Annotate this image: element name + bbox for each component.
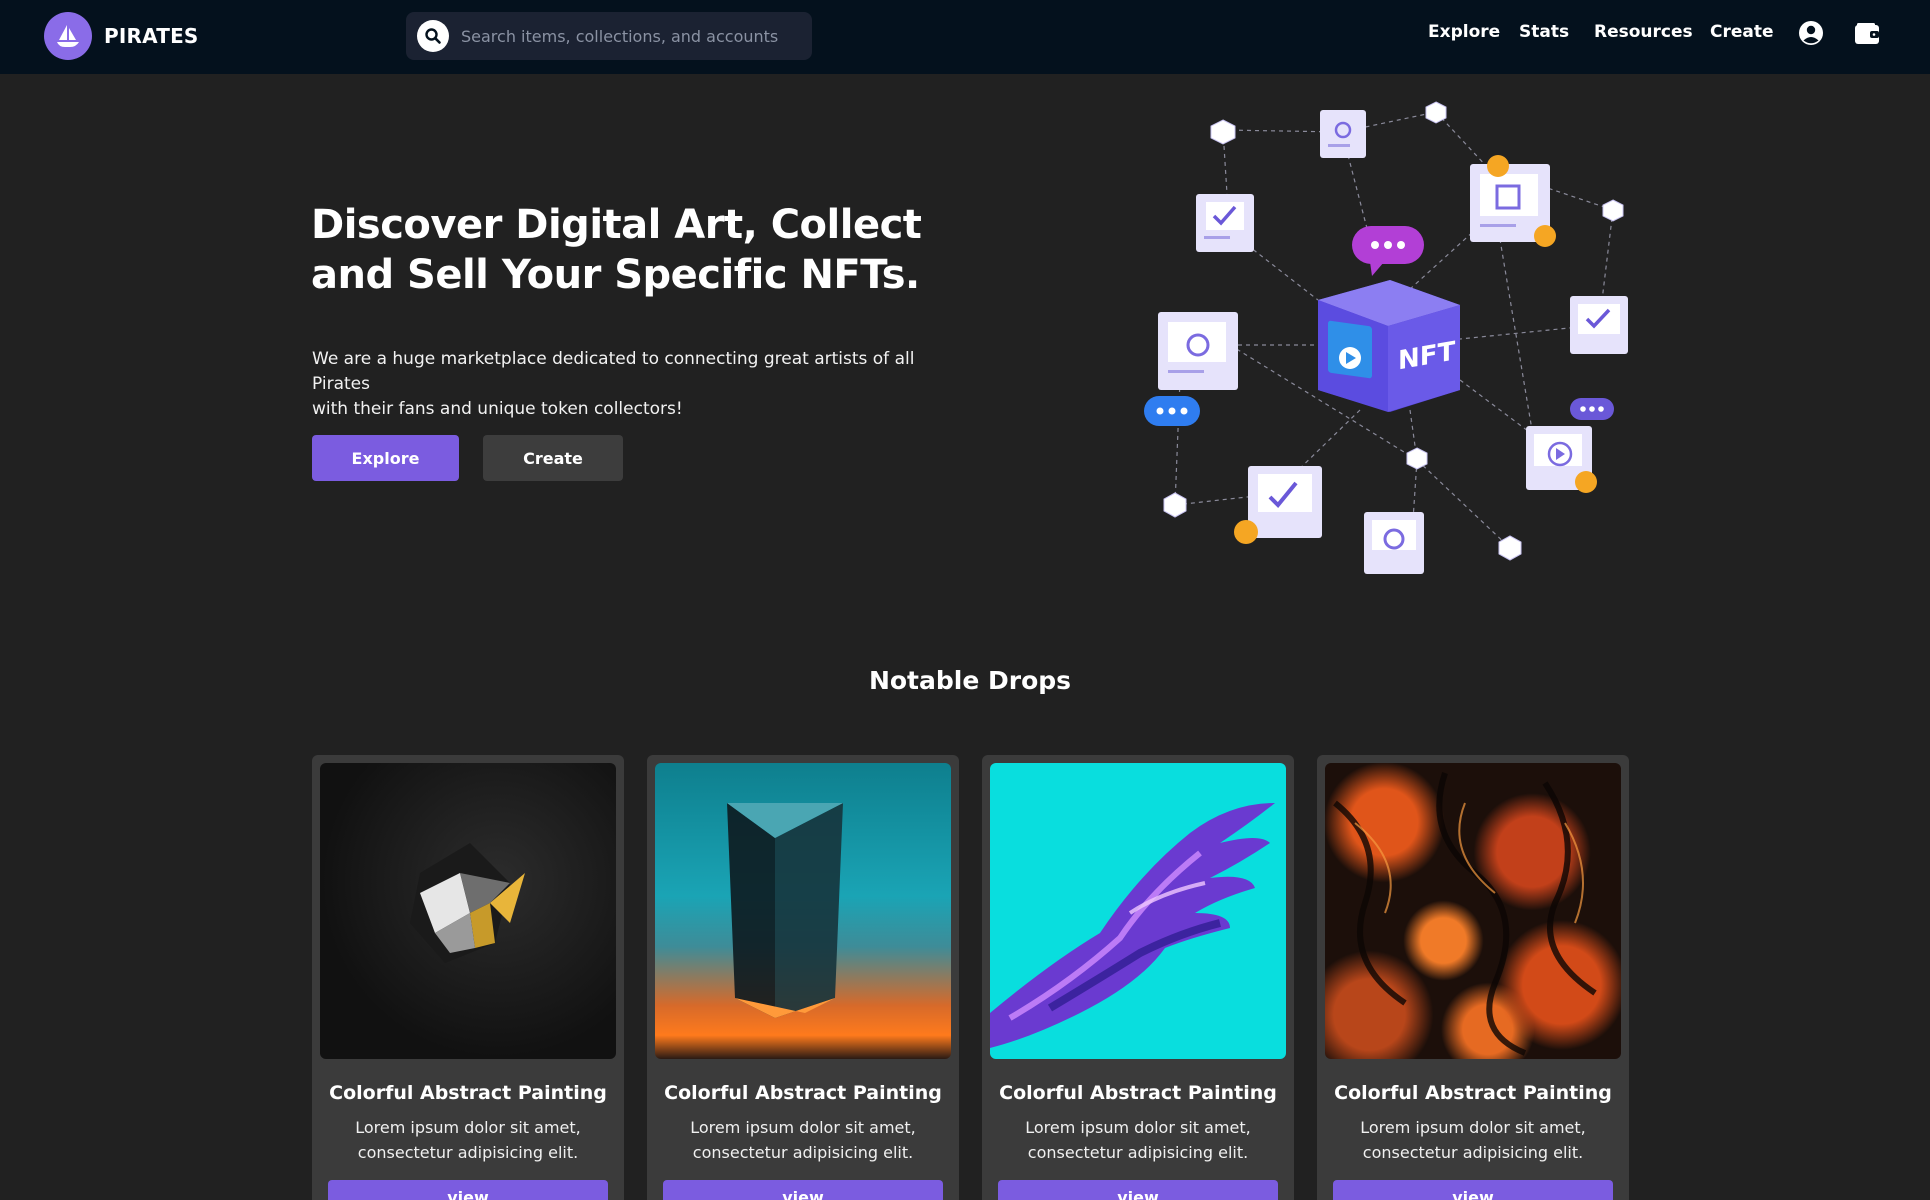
drop-card-view-button[interactable]: view: [998, 1180, 1278, 1200]
drop-card-desc-line2: consectetur adipisicing elit.: [1362, 1143, 1584, 1162]
hero-title-line1: Discover Digital Art, Collect: [311, 202, 922, 248]
drop-card-description: Lorem ipsum dolor sit amet, consectetur …: [1002, 1115, 1274, 1165]
search-icon[interactable]: [417, 20, 449, 52]
drop-card-title: Colorful Abstract Painting: [329, 1082, 607, 1104]
hero-description-line2: with their fans and unique token collect…: [312, 399, 683, 419]
hero-title-line2: and Sell Your Specific NFTs.: [311, 252, 920, 298]
nav-resources[interactable]: Resources: [1594, 22, 1693, 42]
hero-title: Discover Digital Art, Collect and Sell Y…: [311, 200, 931, 300]
brand-logo[interactable]: PIRATES: [44, 12, 199, 60]
drop-card-image[interactable]: [1325, 763, 1621, 1059]
wallet-icon[interactable]: [1854, 22, 1880, 50]
drop-card-desc-line2: consectetur adipisicing elit.: [692, 1143, 914, 1162]
drop-card-image[interactable]: [320, 763, 616, 1059]
drop-card-view-button[interactable]: view: [1333, 1180, 1613, 1200]
drop-card[interactable]: Colorful Abstract Painting Lorem ipsum d…: [312, 755, 624, 1200]
drop-card-desc-line1: Lorem ipsum dolor sit amet,: [690, 1118, 916, 1137]
hero-explore-button[interactable]: Explore: [312, 435, 459, 481]
hero-description-line1: We are a huge marketplace dedicated to c…: [312, 349, 915, 394]
drop-card[interactable]: Colorful Abstract Painting Lorem ipsum d…: [647, 755, 959, 1200]
drop-card[interactable]: Colorful Abstract Painting Lorem ipsum d…: [982, 755, 1294, 1200]
search-input[interactable]: [461, 26, 801, 46]
brand-name: PIRATES: [104, 24, 199, 48]
drop-card-view-button[interactable]: view: [663, 1180, 943, 1200]
drop-card-desc-line1: Lorem ipsum dolor sit amet,: [355, 1118, 581, 1137]
search-bar[interactable]: [406, 12, 812, 60]
drop-card-image[interactable]: [990, 763, 1286, 1059]
drop-card-image[interactable]: [655, 763, 951, 1059]
nav-stats[interactable]: Stats: [1519, 22, 1569, 42]
drop-card-title: Colorful Abstract Painting: [664, 1082, 942, 1104]
drop-card-description: Lorem ipsum dolor sit amet, consectetur …: [667, 1115, 939, 1165]
drop-card-desc-line2: consectetur adipisicing elit.: [357, 1143, 579, 1162]
drop-card-desc-line1: Lorem ipsum dolor sit amet,: [1025, 1118, 1251, 1137]
notable-drops-title: Notable Drops: [868, 666, 1072, 695]
drop-card-view-button[interactable]: view: [328, 1180, 608, 1200]
drop-card-title: Colorful Abstract Painting: [999, 1082, 1277, 1104]
drop-card-desc-line2: consectetur adipisicing elit.: [1027, 1143, 1249, 1162]
drop-card-description: Lorem ipsum dolor sit amet, consectetur …: [332, 1115, 604, 1165]
hero-description: We are a huge marketplace dedicated to c…: [312, 347, 972, 422]
drop-card-description: Lorem ipsum dolor sit amet, consectetur …: [1337, 1115, 1609, 1165]
drop-card[interactable]: Colorful Abstract Painting Lorem ipsum d…: [1317, 755, 1629, 1200]
drop-card-title: Colorful Abstract Painting: [1334, 1082, 1612, 1104]
top-navbar: PIRATES Explore Stats Resources Create: [0, 0, 1930, 74]
nav-create[interactable]: Create: [1710, 22, 1774, 42]
hero-create-button[interactable]: Create: [483, 435, 623, 481]
ship-logo-icon: [44, 12, 92, 60]
drop-card-desc-line1: Lorem ipsum dolor sit amet,: [1360, 1118, 1586, 1137]
nft-network-illustration: NFT: [1140, 90, 1640, 580]
account-icon[interactable]: [1798, 20, 1824, 50]
nav-explore[interactable]: Explore: [1428, 22, 1500, 42]
